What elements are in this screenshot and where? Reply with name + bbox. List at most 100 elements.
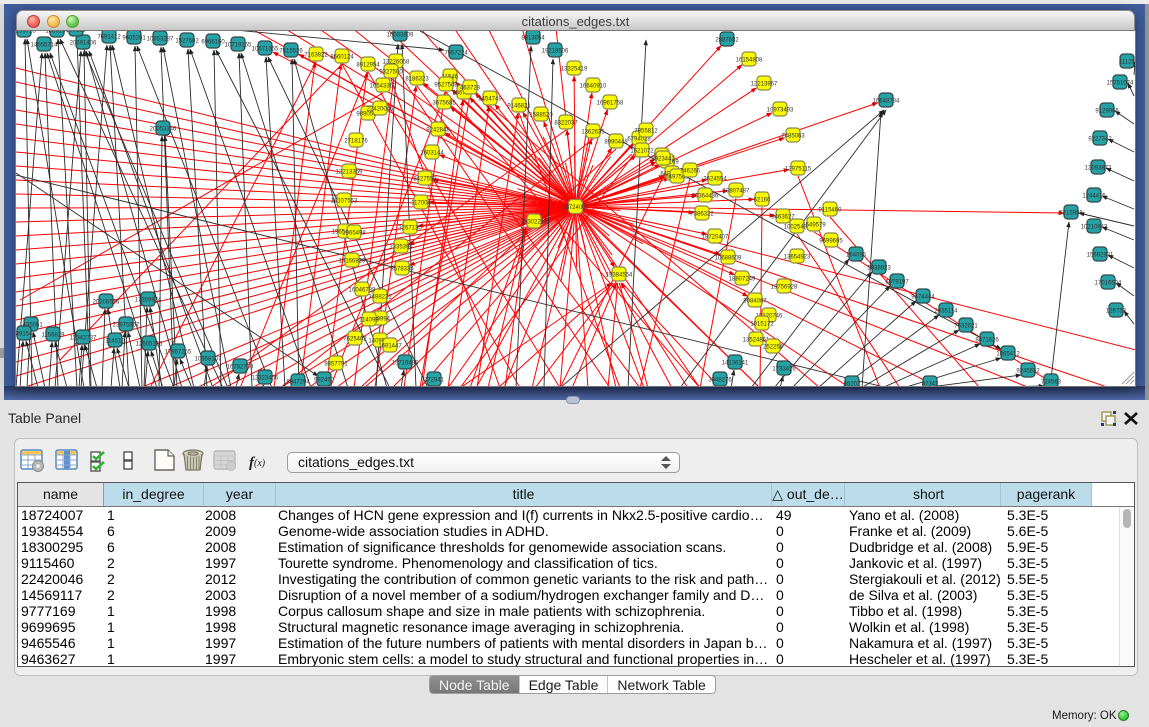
svg-text:9474444: 9474444: [911, 294, 935, 300]
svg-text:65202: 65202: [844, 381, 861, 386]
svg-text:8427552: 8427552: [413, 176, 437, 182]
svg-text:19218506: 19218506: [542, 48, 569, 54]
svg-text:9227342: 9227342: [1088, 136, 1112, 142]
svg-text:13325419: 13325419: [561, 66, 588, 72]
svg-text:10688609: 10688609: [715, 255, 742, 261]
svg-text:12323406: 12323406: [252, 375, 279, 381]
svg-text:18720407: 18720407: [702, 234, 729, 240]
svg-text:3675685: 3675685: [432, 100, 456, 106]
svg-text:9699695: 9699695: [819, 238, 843, 244]
svg-text:17957255: 17957255: [165, 349, 192, 355]
svg-text:16640910: 16640910: [580, 83, 607, 89]
svg-text:5938923: 5938923: [867, 265, 891, 271]
svg-text:9146821: 9146821: [507, 103, 531, 109]
svg-text:3624554: 3624554: [703, 176, 727, 182]
svg-text:18724007: 18724007: [562, 205, 589, 211]
svg-text:12342737: 12342737: [70, 335, 97, 341]
svg-text:965213: 965213: [66, 31, 87, 33]
svg-text:23975867: 23975867: [113, 322, 140, 328]
svg-text:7515526: 7515526: [279, 48, 303, 54]
svg-text:1621072: 1621072: [630, 148, 654, 154]
svg-text:10210643: 10210643: [1081, 224, 1108, 230]
svg-text:7632621: 7632621: [954, 323, 978, 329]
svg-text:9084067: 9084067: [743, 298, 767, 304]
svg-text:19384554: 19384554: [606, 272, 633, 278]
svg-text:14136141: 14136141: [722, 360, 749, 366]
svg-text:16107553: 16107553: [331, 198, 358, 204]
svg-text:1015172: 1015172: [750, 321, 774, 327]
svg-text:7485063: 7485063: [781, 133, 805, 139]
svg-text:164095: 164095: [846, 252, 867, 258]
svg-text:19166829: 19166829: [339, 258, 366, 264]
svg-text:6966160: 6966160: [201, 39, 225, 45]
svg-text:8186323: 8186323: [405, 76, 429, 82]
svg-text:20053346: 20053346: [150, 126, 177, 132]
svg-text:1588520: 1588520: [529, 112, 553, 118]
svg-text:(x): (x): [254, 458, 266, 469]
svg-text:9857791: 9857791: [324, 361, 348, 367]
svg-text:7957224: 7957224: [444, 50, 468, 56]
svg-text:25302213: 25302213: [521, 219, 548, 225]
svg-text:1527602: 1527602: [175, 38, 199, 44]
svg-text:12505135: 12505135: [136, 341, 163, 347]
svg-text:62160: 62160: [754, 197, 771, 203]
svg-text:7163822: 7163822: [304, 52, 328, 58]
svg-text:16046788: 16046788: [349, 287, 376, 293]
svg-text:746266: 746266: [680, 168, 701, 174]
svg-text:7386322: 7386322: [690, 211, 714, 217]
svg-text:10973493: 10973493: [767, 107, 794, 113]
svg-text:1244415: 1244415: [1082, 193, 1106, 199]
svg-text:1549579: 1549579: [802, 222, 826, 228]
svg-text:8847294: 8847294: [286, 379, 310, 385]
svg-text:8990448: 8990448: [604, 139, 628, 145]
svg-text:1691447: 1691447: [378, 343, 402, 349]
svg-text:14055714: 14055714: [31, 42, 58, 48]
svg-text:2718176: 2718176: [344, 138, 368, 144]
svg-text:12213967: 12213967: [751, 81, 778, 87]
svg-text:8322037: 8322037: [554, 120, 578, 126]
svg-text:2603144: 2603144: [420, 150, 444, 156]
svg-text:12213369: 12213369: [336, 169, 363, 175]
svg-text:8471626: 8471626: [975, 337, 999, 343]
svg-text:114519: 114519: [105, 338, 125, 344]
svg-text:117004: 117004: [411, 200, 431, 206]
svg-text:15692901: 15692901: [1087, 252, 1114, 258]
svg-text:16961758: 16961758: [597, 100, 624, 106]
svg-text:9327500: 9327500: [379, 69, 403, 75]
svg-text:18807249: 18807249: [729, 276, 756, 282]
svg-text:10958107: 10958107: [195, 356, 222, 362]
svg-text:1335394: 1335394: [389, 244, 413, 250]
svg-text:992450: 992450: [314, 377, 335, 383]
svg-text:9527508: 9527508: [434, 82, 458, 88]
svg-text:19756928: 19756928: [771, 284, 798, 290]
svg-text:1156829: 1156829: [42, 332, 66, 338]
svg-text:1965498: 1965498: [342, 230, 366, 236]
svg-text:9245652: 9245652: [1016, 368, 1040, 374]
svg-text:5215958: 5215958: [1059, 210, 1083, 216]
svg-text:87342: 87342: [922, 381, 939, 386]
svg-text:9242848: 9242848: [426, 127, 450, 133]
svg-text:16033809: 16033809: [387, 32, 414, 38]
svg-text:7955812: 7955812: [634, 128, 658, 134]
svg-text:16543362: 16543362: [370, 83, 397, 89]
svg-text:10671355: 10671355: [252, 46, 279, 52]
svg-text:252254: 252254: [763, 344, 784, 350]
svg-text:2887682: 2887682: [715, 37, 739, 43]
svg-text:1362635: 1362635: [581, 129, 605, 135]
svg-text:16154808: 16154808: [736, 57, 763, 63]
svg-text:8660124: 8660124: [330, 54, 354, 60]
svg-text:20206536: 20206536: [93, 299, 120, 305]
svg-text:9129966: 9129966: [1095, 108, 1119, 114]
svg-text:8813054: 8813054: [521, 35, 545, 41]
svg-text:6879197: 6879197: [885, 279, 909, 285]
svg-text:7625402: 7625402: [343, 336, 367, 342]
svg-text:3498222: 3498222: [368, 294, 392, 300]
svg-text:8454749: 8454749: [478, 96, 502, 102]
svg-text:9605261: 9605261: [122, 35, 146, 41]
svg-text:15751074: 15751074: [1107, 80, 1134, 86]
svg-text:16782759: 16782759: [227, 364, 254, 370]
svg-text:2935114: 2935114: [935, 308, 959, 314]
svg-text:1923442: 1923442: [651, 156, 675, 162]
svg-text:724563: 724563: [1041, 379, 1062, 385]
svg-text:12093872: 12093872: [1085, 165, 1112, 171]
